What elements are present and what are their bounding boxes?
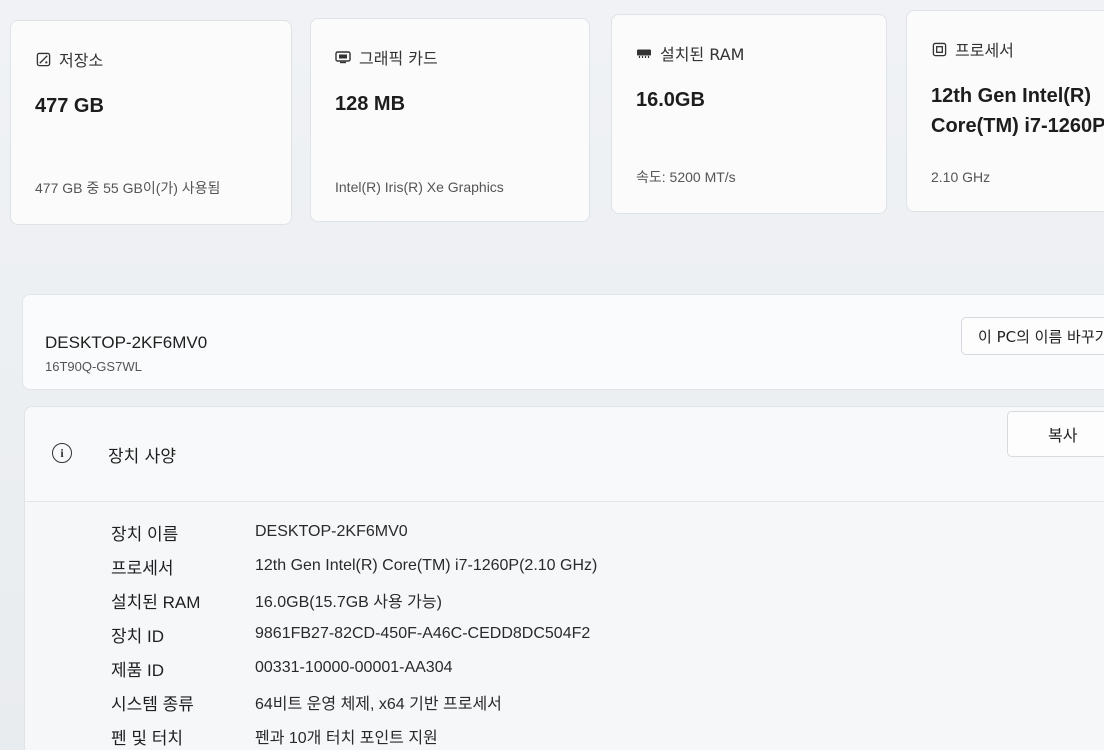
spec-row-product-id: 제품 ID 00331-10000-00001-AA304 bbox=[111, 651, 597, 685]
processor-speed: 2.10 GHz bbox=[931, 169, 991, 185]
spec-value: 00331-10000-00001-AA304 bbox=[255, 659, 453, 676]
card-title: 설치된 RAM bbox=[660, 45, 745, 64]
storage-icon bbox=[35, 51, 51, 67]
card-title: 저장소 bbox=[59, 51, 104, 70]
graphics-adapter-name: Intel(R) Iris(R) Xe Graphics bbox=[335, 179, 504, 195]
spec-value: DESKTOP-2KF6MV0 bbox=[255, 523, 408, 540]
spec-table: 장치 이름 DESKTOP-2KF6MV0 프로세서 12th Gen Inte… bbox=[111, 515, 597, 750]
pc-model: 16T90Q-GS7WL bbox=[45, 359, 142, 374]
spec-value: 16.0GB(15.7GB 사용 가능) bbox=[255, 594, 442, 611]
device-specs-header[interactable]: i 장치 사양 복사 bbox=[25, 407, 1104, 502]
ram-card: 설치된 RAM 16.0GB 속도: 5200 MT/s bbox=[611, 14, 887, 214]
device-specs-panel: i 장치 사양 복사 장치 이름 DESKTOP-2KF6MV0 프로세서 12… bbox=[24, 406, 1104, 750]
processor-card: 프로세서 12th Gen Intel(R) Core(TM) i7-1260P… bbox=[906, 10, 1104, 212]
spec-label: 시스템 종류 bbox=[111, 694, 194, 714]
spec-row-ram: 설치된 RAM 16.0GB(15.7GB 사용 가능) bbox=[111, 583, 597, 617]
processor-icon bbox=[931, 41, 947, 57]
card-header: 프로세서 bbox=[931, 37, 1104, 61]
processor-value: 12th Gen Intel(R) Core(TM) i7-1260P bbox=[931, 85, 1104, 137]
pc-name-row: DESKTOP-2KF6MV0 16T90Q-GS7WL 이 PC의 이름 바꾸… bbox=[22, 294, 1104, 390]
storage-card: 저장소 477 GB 477 GB 중 55 GB이(가) 사용됨 bbox=[10, 20, 292, 225]
card-header: 그래픽 카드 bbox=[335, 45, 565, 69]
spec-value: 9861FB27-82CD-450F-A46C-CEDD8DC504F2 bbox=[255, 625, 591, 642]
card-header: 저장소 bbox=[35, 47, 267, 71]
spec-label: 제품 ID bbox=[111, 660, 165, 680]
ram-value: 16.0GB bbox=[636, 89, 705, 111]
spec-label: 장치 이름 bbox=[111, 524, 179, 544]
graphics-memory-value: 128 MB bbox=[335, 93, 406, 115]
pc-name: DESKTOP-2KF6MV0 bbox=[45, 333, 208, 352]
spec-label: 설치된 RAM bbox=[111, 592, 201, 612]
spec-value: 64비트 운영 체제, x64 기반 프로세서 bbox=[255, 696, 502, 713]
graphics-card: 그래픽 카드 128 MB Intel(R) Iris(R) Xe Graphi… bbox=[310, 18, 590, 222]
spec-row-device-id: 장치 ID 9861FB27-82CD-450F-A46C-CEDD8DC504… bbox=[111, 617, 597, 651]
about-page: 저장소 477 GB 477 GB 중 55 GB이(가) 사용됨 그래픽 카드… bbox=[0, 0, 1104, 750]
copy-button[interactable]: 복사 bbox=[1007, 411, 1104, 457]
card-title: 그래픽 카드 bbox=[359, 49, 438, 68]
spec-row-device-name: 장치 이름 DESKTOP-2KF6MV0 bbox=[111, 515, 597, 549]
device-specs-title: 장치 사양 bbox=[108, 447, 176, 467]
spec-value: 12th Gen Intel(R) Core(TM) i7-1260P(2.10… bbox=[255, 557, 598, 574]
spec-row-processor: 프로세서 12th Gen Intel(R) Core(TM) i7-1260P… bbox=[111, 549, 597, 583]
spec-label: 프로세서 bbox=[111, 558, 174, 578]
ram-speed: 속도: 5200 MT/s bbox=[636, 169, 736, 185]
graphics-card-icon bbox=[335, 49, 351, 65]
card-title: 프로세서 bbox=[955, 41, 1014, 60]
rename-pc-button[interactable]: 이 PC의 이름 바꾸기 bbox=[961, 317, 1104, 355]
spec-label: 장치 ID bbox=[111, 626, 165, 646]
spec-value: 펜과 10개 터치 포인트 지원 bbox=[255, 730, 438, 747]
spec-label: 펜 및 터치 bbox=[111, 728, 184, 748]
storage-usage: 477 GB 중 55 GB이(가) 사용됨 bbox=[35, 180, 221, 196]
card-header: 설치된 RAM bbox=[636, 41, 862, 65]
spec-row-pen-touch: 펜 및 터치 펜과 10개 터치 포인트 지원 bbox=[111, 719, 597, 750]
ram-icon bbox=[636, 45, 652, 61]
info-icon: i bbox=[52, 443, 72, 463]
storage-value: 477 GB bbox=[35, 95, 104, 117]
spec-row-system-type: 시스템 종류 64비트 운영 체제, x64 기반 프로세서 bbox=[111, 685, 597, 719]
